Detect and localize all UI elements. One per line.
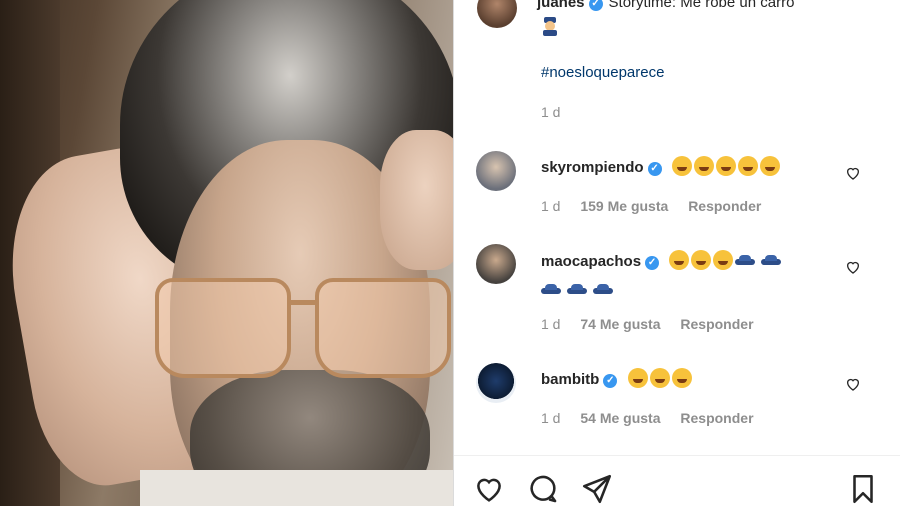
- verified-icon: ✓: [603, 374, 618, 388]
- reply-button[interactable]: Responder: [680, 410, 753, 426]
- author-username[interactable]: juanes: [537, 0, 585, 11]
- reply-button[interactable]: Responder: [680, 316, 753, 332]
- verified-icon: ✓: [647, 162, 662, 176]
- emoji-police-car-icon: [735, 253, 787, 270]
- emoji-faces-icon: [627, 368, 694, 388]
- avatar-maocapachos[interactable]: [476, 244, 516, 284]
- comment-like-heart-icon[interactable]: [845, 259, 861, 275]
- avatar-bambitb[interactable]: [476, 363, 516, 403]
- comment-3: bambitb ✓: [541, 368, 694, 388]
- caption: juanes ✓ Storytime: Me robé un carro: [537, 0, 794, 11]
- reply-button[interactable]: Responder: [688, 198, 761, 214]
- caption-time: 1 d: [541, 104, 561, 120]
- comment-likes[interactable]: 74 Me gusta: [580, 316, 660, 332]
- comment-time: 1 d: [541, 316, 561, 332]
- comment-username[interactable]: maocapachos: [541, 253, 641, 270]
- comment-likes[interactable]: 54 Me gusta: [580, 410, 660, 426]
- like-heart-icon[interactable]: [472, 472, 506, 506]
- shirt: [140, 470, 453, 506]
- bookmark-icon[interactable]: [846, 472, 880, 506]
- emoji-police-car-icon: [541, 282, 619, 300]
- action-bar: [454, 455, 900, 507]
- police-officer-emoji-icon: [540, 16, 560, 36]
- comment-time: 1 d: [541, 198, 561, 214]
- comment-icon[interactable]: [526, 472, 560, 506]
- emoji-face-with-tears-icon: [671, 156, 782, 176]
- comment-1: skyrompiendo ✓: [541, 156, 782, 176]
- verified-icon: ✓: [588, 0, 603, 11]
- hand-right: [380, 130, 453, 270]
- post-video[interactable]: [0, 0, 453, 506]
- comment-like-heart-icon[interactable]: [845, 376, 861, 392]
- comment-likes[interactable]: 159 Me gusta: [580, 198, 668, 214]
- comment-username[interactable]: bambitb: [541, 371, 599, 388]
- verified-icon: ✓: [645, 256, 660, 270]
- hashtag-link[interactable]: #noesloqueparece: [541, 64, 664, 81]
- comment-meta: 1 d 74 Me gusta Responder: [541, 316, 770, 332]
- avatar-skyrompiendo[interactable]: [476, 151, 516, 191]
- caption-text: Storytime: Me robé un carro: [608, 0, 795, 11]
- comment-username[interactable]: skyrompiendo: [541, 159, 644, 176]
- comment-meta: 1 d 159 Me gusta Responder: [541, 198, 777, 214]
- comment-time: 1 d: [541, 410, 561, 426]
- comment-2: maocapachos ✓: [541, 250, 787, 270]
- comment-meta: 1 d 54 Me gusta Responder: [541, 410, 770, 426]
- send-icon[interactable]: [580, 472, 614, 506]
- sunglasses: [155, 278, 453, 378]
- emoji-rofl-icon: [669, 250, 735, 270]
- comment-like-heart-icon[interactable]: [845, 165, 861, 181]
